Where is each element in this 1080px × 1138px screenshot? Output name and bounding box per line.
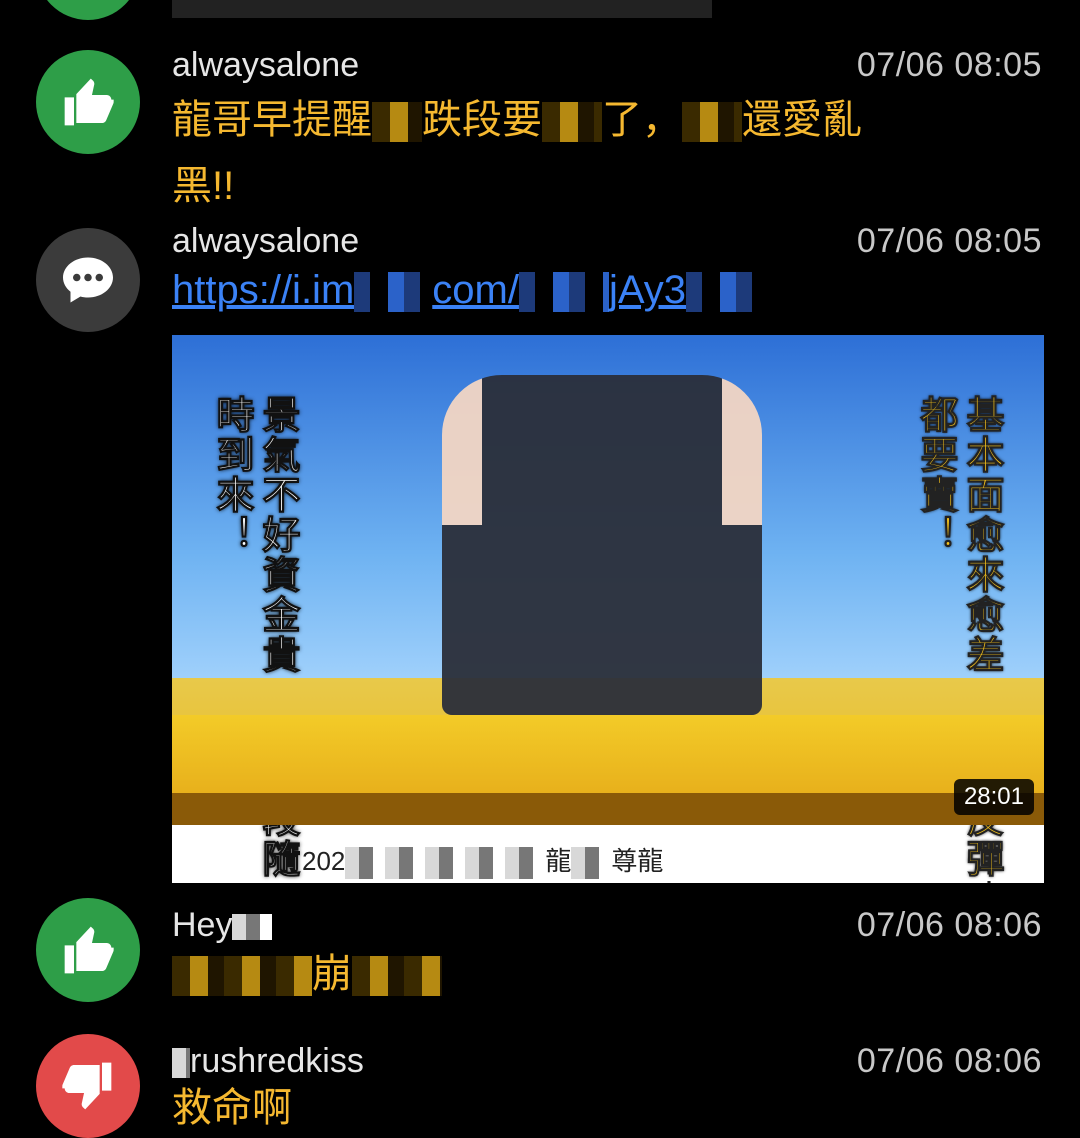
chat-bubble-icon: [63, 257, 113, 303]
comment-time: 07/06 08:06: [856, 906, 1042, 944]
comment-text: 救命啊: [172, 1086, 292, 1130]
author-name[interactable]: rushredkiss: [172, 1042, 364, 1081]
comment-text-line2: 黑!!: [172, 164, 235, 208]
author-name[interactable]: alwaysalone: [172, 222, 359, 261]
video-preview-card[interactable]: 景氣不好資金貴 主跌段隨時到來！ 基本面愈來愈差 台股反彈都要賣！ 28:01 …: [172, 335, 1044, 883]
text-part: 龍哥早提醒: [172, 98, 372, 142]
comment-time: 07/06 08:05: [856, 222, 1042, 260]
author-name[interactable]: alwaysalone: [172, 46, 359, 85]
pixelated-presenter: [442, 375, 762, 715]
author-name[interactable]: Hey: [172, 906, 273, 945]
author-part: rushredkiss: [190, 1042, 364, 1080]
thumbs-up-avatar: [36, 50, 140, 154]
comment-text: 龍哥早提醒 跌段要 了， 還愛亂: [172, 90, 862, 150]
previous-comment-text: [172, 0, 712, 26]
thumbnail-banner-strip: [172, 793, 1044, 825]
thumbs-up-icon: [64, 926, 114, 974]
text-part: 了，: [602, 98, 682, 142]
comment-time: 07/06 08:05: [856, 46, 1042, 84]
link-part[interactable]: com/: [432, 268, 519, 312]
thumbs-down-icon: [62, 1062, 112, 1110]
title-part: 202: [302, 846, 346, 876]
thumbs-up-icon: [64, 78, 114, 126]
comment-text: 崩: [172, 944, 442, 1004]
text-part: 崩: [312, 952, 352, 996]
link-part[interactable]: https://i.im: [172, 268, 354, 312]
text-part: 還愛亂: [742, 98, 862, 142]
author-part: Hey: [172, 906, 233, 944]
title-part: 尊龍: [611, 846, 664, 876]
thumbs-up-avatar: [36, 898, 140, 1002]
thumbs-down-avatar: [36, 1034, 140, 1138]
caption-col: 基本面愈來愈差: [960, 395, 1003, 676]
more-options-icon[interactable]: ⋮: [974, 855, 1004, 883]
link-part[interactable]: jAy3: [609, 268, 686, 312]
comment-time: 07/06 08:06: [856, 1042, 1042, 1080]
chat-avatar: [36, 228, 140, 332]
previous-avatar: [36, 0, 140, 20]
video-duration-badge: 28:01: [953, 779, 1034, 815]
title-part: 龍: [545, 846, 572, 876]
caption-col: 景氣不好資金貴: [256, 395, 299, 676]
video-title[interactable]: 202 龍 尊龍: [302, 841, 664, 880]
text-part: 跌段要: [422, 98, 542, 142]
image-link[interactable]: https://i.im com/jAy3: [172, 268, 761, 313]
